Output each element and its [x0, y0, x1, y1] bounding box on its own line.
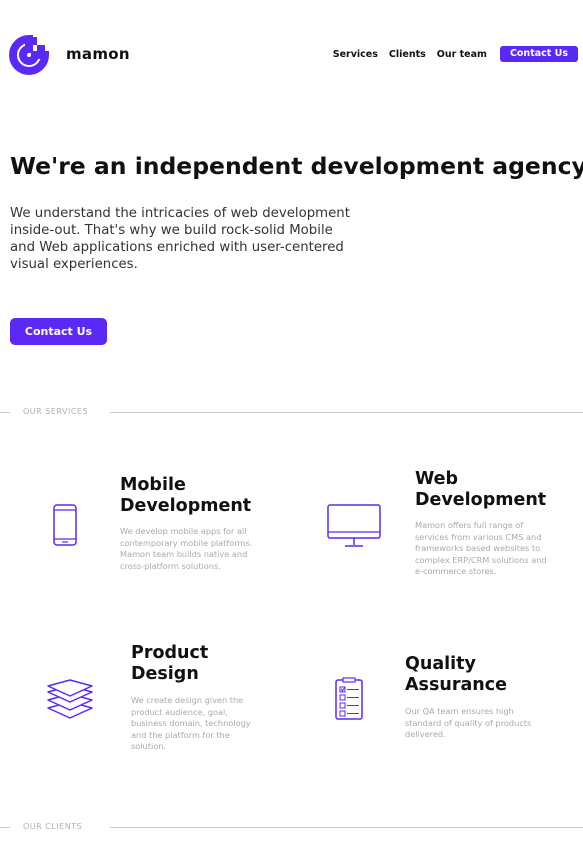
service-title-line: Design — [131, 664, 199, 684]
services-section-label: OUR SERVICES — [0, 407, 583, 417]
service-title-line: Development — [120, 496, 252, 516]
nav-services[interactable]: Services — [333, 49, 378, 60]
service-title-web: Web Development — [415, 469, 546, 511]
service-title-line: Quality — [405, 654, 476, 674]
clients-label-text: OUR CLIENTS — [23, 822, 83, 831]
service-title-line: Mobile — [120, 475, 186, 495]
monitor-icon — [327, 504, 381, 547]
service-title-line: Assurance — [405, 675, 507, 695]
mamon-logo-icon[interactable] — [9, 35, 49, 75]
services-label-text: OUR SERVICES — [23, 407, 89, 416]
checklist-icon — [335, 677, 363, 720]
service-title-mobile: Mobile Development — [120, 475, 251, 517]
hero-contact-button[interactable]: Contact Us — [10, 318, 107, 345]
layers-icon — [47, 679, 93, 719]
service-desc-qa: Our QA team ensures high standard of qua… — [405, 706, 532, 739]
smartphone-icon — [53, 504, 77, 546]
service-desc-web: Mamon offers full range of services from… — [415, 520, 547, 576]
service-desc-mobile: We develop mobile apps for all contempor… — [120, 526, 253, 571]
header-contact-button[interactable]: Contact Us — [499, 46, 578, 62]
service-title-design: Product Design — [131, 643, 208, 685]
service-title-line: Web — [415, 469, 459, 489]
divider — [0, 827, 10, 828]
nav-our-team[interactable]: Our team — [437, 49, 487, 60]
service-title-line: Development — [415, 490, 547, 510]
logo-text[interactable]: mamon — [66, 45, 130, 63]
header: mamon Services Clients Our team Contact … — [0, 0, 583, 110]
nav-clients[interactable]: Clients — [389, 49, 426, 60]
service-title-line: Product — [131, 643, 209, 663]
divider — [110, 412, 583, 413]
divider — [0, 412, 10, 413]
clients-section-label: OUR CLIENTS — [0, 822, 583, 832]
hero-title: We're an independent development agency. — [10, 152, 583, 180]
service-title-qa: Quality Assurance — [405, 654, 507, 696]
main-nav: Services Clients Our team Contact Us — [322, 46, 578, 62]
hero-description: We understand the intricacies of web dev… — [10, 206, 350, 272]
divider — [110, 827, 583, 828]
service-desc-design: We create design given the product audie… — [131, 695, 251, 751]
